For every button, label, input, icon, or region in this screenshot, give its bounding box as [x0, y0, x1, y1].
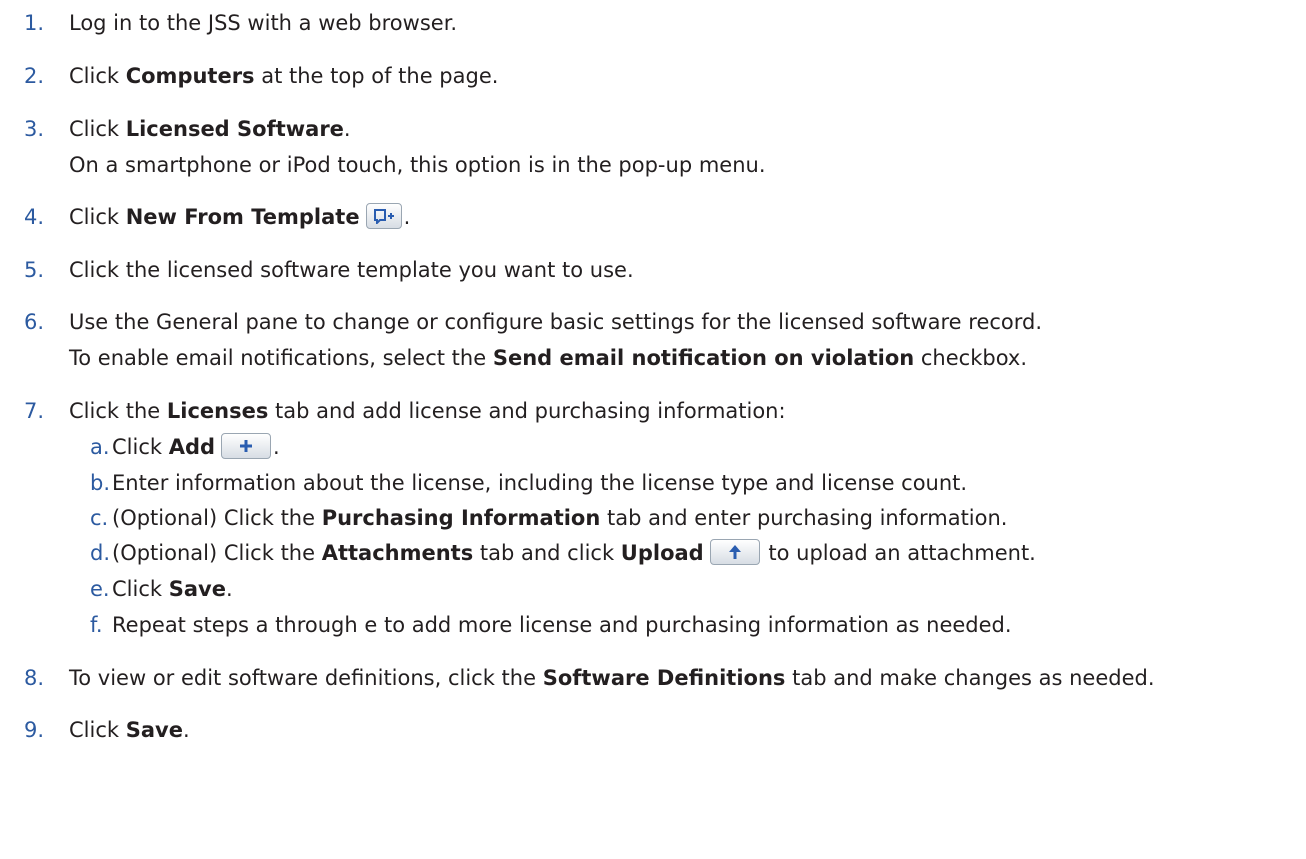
substep-letter: b.: [90, 471, 111, 495]
substep-letter: d.: [90, 541, 111, 565]
substep-letter: c.: [90, 506, 109, 530]
substep-letter: f.: [90, 613, 103, 637]
step-text: Click Save.: [69, 718, 190, 742]
substep-text: Click Save.: [112, 577, 233, 601]
substep-text: Repeat steps a through e to add more lic…: [112, 613, 1012, 637]
step-text: To view or edit software definitions, cl…: [69, 666, 1155, 690]
ui-term: Save: [168, 577, 226, 601]
ui-term: Purchasing Information: [321, 506, 601, 530]
new-from-template-icon: [365, 203, 402, 229]
step-number: 1.: [24, 11, 45, 35]
substep-text: Click Add.: [112, 433, 280, 459]
step-number: 7.: [24, 399, 45, 423]
step-text: Click the licensed software template you…: [69, 258, 634, 282]
substep-text: (Optional) Click the Attachments tab and…: [112, 539, 1036, 565]
ui-term: Software Definitions: [542, 666, 786, 690]
step-number: 3.: [24, 117, 45, 141]
step-number: 9.: [24, 718, 45, 742]
ui-term: Licenses: [166, 399, 269, 423]
step-number: 4.: [24, 205, 45, 229]
step-number: 8.: [24, 666, 45, 690]
step-note: On a smartphone or iPod touch, this opti…: [69, 153, 766, 177]
ui-term: Save: [125, 718, 183, 742]
upload-icon: [709, 539, 760, 565]
substep-letter: e.: [90, 577, 110, 601]
ui-term: Licensed Software: [125, 117, 344, 141]
step-text: Click Licensed Software.: [69, 117, 351, 141]
substep-text: Enter information about the license, inc…: [112, 471, 968, 495]
step-text: Click New From Template.: [69, 203, 411, 229]
ui-term: Attachments: [321, 541, 474, 565]
ui-term: Add: [168, 435, 216, 459]
step-text: Click Computers at the top of the page.: [69, 64, 499, 88]
add-icon: [221, 433, 272, 459]
ui-term: Upload: [620, 541, 704, 565]
step-number: 5.: [24, 258, 45, 282]
substep-letter: a.: [90, 435, 110, 459]
step-text: Use the General pane to change or config…: [69, 310, 1043, 334]
ui-term: New From Template: [125, 205, 360, 229]
substep-text: (Optional) Click the Purchasing Informat…: [112, 506, 1008, 530]
step-text: Click the Licenses tab and add license a…: [69, 399, 786, 423]
ui-term: Send email notification on violation: [492, 346, 915, 370]
instructions-document: 1. Log in to the JSS with a web browser.…: [0, 0, 1306, 859]
step-number: 2.: [24, 64, 45, 88]
step-text: Log in to the JSS with a web browser.: [69, 11, 458, 35]
step-note: To enable email notifications, select th…: [69, 346, 1027, 370]
ui-term: Computers: [125, 64, 255, 88]
step-number: 6.: [24, 310, 45, 334]
